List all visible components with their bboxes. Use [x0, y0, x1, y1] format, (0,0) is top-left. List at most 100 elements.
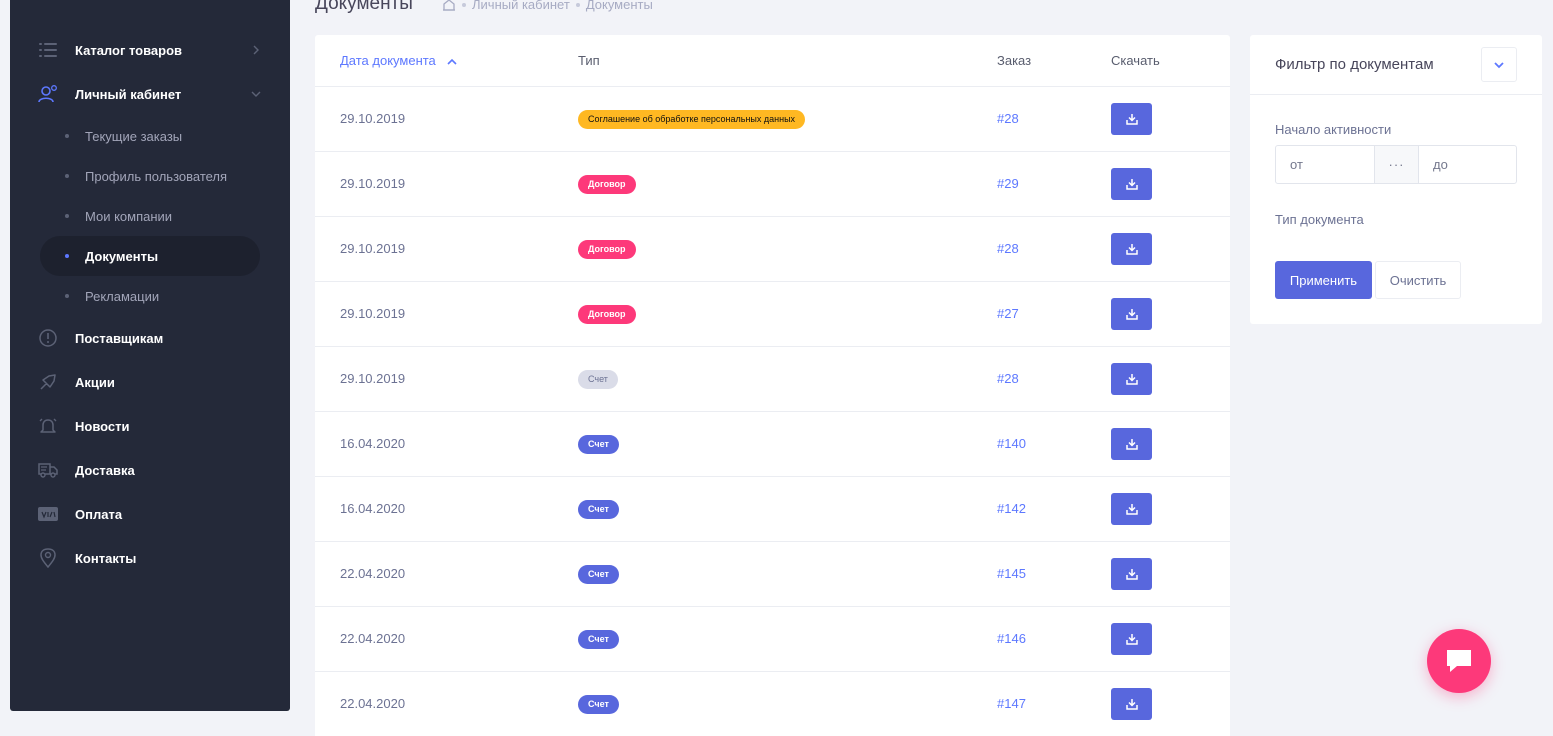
user-cog-icon	[38, 84, 58, 104]
column-header-date[interactable]: Дата документа	[340, 53, 457, 68]
chevron-down-icon	[1494, 61, 1504, 68]
date-to-input[interactable]	[1419, 146, 1516, 183]
download-button[interactable]	[1111, 298, 1152, 330]
download-icon	[1125, 244, 1138, 255]
table-row: 22.04.2020 Счет #145	[315, 542, 1230, 607]
table-row: 29.10.2019 Соглашение об обработке персон…	[315, 87, 1230, 152]
download-icon	[1125, 114, 1138, 125]
download-button[interactable]	[1111, 428, 1152, 460]
order-link[interactable]: #28	[997, 371, 1019, 386]
bell-icon	[38, 416, 58, 436]
document-date: 29.10.2019	[340, 371, 406, 386]
document-date: 16.04.2020	[340, 501, 406, 516]
sidebar-item-news[interactable]: Новости	[10, 404, 290, 448]
sidebar-subitem-current-orders[interactable]: Текущие заказы	[40, 116, 260, 156]
sidebar-item-account[interactable]: Личный кабинет	[10, 72, 290, 116]
order-link[interactable]: #147	[997, 696, 1026, 711]
order-link[interactable]: #140	[997, 436, 1026, 451]
document-type-badge: Счет	[578, 500, 619, 519]
order-link[interactable]: #27	[997, 306, 1019, 321]
document-date: 22.04.2020	[340, 696, 406, 711]
download-icon	[1125, 634, 1138, 645]
sidebar-subitem-companies[interactable]: Мои компании	[40, 196, 260, 236]
sidebar-item-label: Поставщикам	[75, 330, 164, 346]
sidebar-item-label: Оплата	[75, 506, 123, 522]
order-link[interactable]: #142	[997, 501, 1026, 516]
doc-type-label: Тип документа	[1275, 212, 1364, 227]
order-link[interactable]: #145	[997, 566, 1026, 581]
document-date: 29.10.2019	[340, 176, 406, 191]
sidebar-subitem-label: Рекламации	[85, 288, 160, 304]
bullet-dot	[65, 294, 69, 298]
sidebar-subitem-documents[interactable]: Документы	[40, 236, 260, 276]
sidebar-item-promotions[interactable]: Акции	[10, 360, 290, 404]
page-title: Документы	[315, 0, 413, 14]
table-row: 22.04.2020 Счет #146	[315, 607, 1230, 672]
chat-icon	[1447, 650, 1471, 672]
sidebar-subitem-profile[interactable]: Профиль пользователя	[40, 156, 260, 196]
download-button[interactable]	[1111, 688, 1152, 720]
download-icon	[1125, 374, 1138, 385]
download-button[interactable]	[1111, 168, 1152, 200]
bullet-dot	[65, 254, 69, 258]
download-button[interactable]	[1111, 233, 1152, 265]
table-row: 22.04.2020 Счет #147	[315, 672, 1230, 736]
breadcrumb-separator	[462, 2, 466, 7]
home-icon[interactable]	[442, 0, 456, 11]
activity-label: Начало активности	[1275, 122, 1392, 137]
sidebar-item-label: Акции	[75, 374, 115, 390]
breadcrumb-separator	[575, 2, 580, 7]
rocket-icon	[38, 372, 58, 392]
table-row: 29.10.2019 Договор #29	[315, 152, 1230, 217]
order-link[interactable]: #28	[997, 241, 1019, 256]
sidebar-item-label: Доставка	[75, 462, 135, 478]
map-marker-icon	[38, 548, 58, 568]
order-link[interactable]: #146	[997, 631, 1026, 646]
download-button[interactable]	[1111, 493, 1152, 525]
sidebar-item-label: Каталог товаров	[75, 42, 183, 58]
download-button[interactable]	[1111, 558, 1152, 590]
sidebar-subitem-label: Мои компании	[85, 208, 173, 224]
download-button[interactable]	[1111, 363, 1152, 395]
sort-asc-icon	[447, 58, 457, 65]
clear-button[interactable]: Очистить	[1375, 261, 1461, 299]
sidebar-item-delivery[interactable]: Доставка	[10, 448, 290, 492]
filter-panel: Фильтр по документам Начало активности ·…	[1250, 35, 1542, 324]
breadcrumb-documents[interactable]: Документы	[586, 0, 653, 12]
sidebar-subitem-claims[interactable]: Рекламации	[40, 276, 260, 316]
filter-collapse-button[interactable]	[1481, 47, 1517, 82]
filter-header: Фильтр по документам	[1250, 35, 1542, 95]
download-icon	[1125, 504, 1138, 515]
table-row: 29.10.2019 Договор #27	[315, 282, 1230, 347]
breadcrumb-account[interactable]: Личный кабинет	[472, 0, 570, 12]
sidebar-item-label: Личный кабинет	[75, 86, 182, 102]
column-header-type[interactable]: Тип	[578, 53, 600, 68]
chevron-right-icon	[250, 44, 262, 56]
document-type-badge: Счет	[578, 435, 619, 454]
download-icon	[1125, 179, 1138, 190]
document-date: 29.10.2019	[340, 306, 406, 321]
order-link[interactable]: #29	[997, 176, 1019, 191]
sidebar-item-label: Новости	[75, 418, 130, 434]
column-header-download: Скачать	[1111, 53, 1160, 68]
apply-button[interactable]: Применить	[1275, 261, 1372, 299]
column-header-order[interactable]: Заказ	[997, 53, 1031, 68]
download-button[interactable]	[1111, 103, 1152, 135]
chat-button[interactable]	[1427, 629, 1491, 693]
documents-table: Дата документа Тип Заказ Скачать 29.10.2…	[315, 35, 1230, 736]
date-from-input[interactable]	[1276, 146, 1374, 183]
chevron-down-icon	[250, 88, 262, 100]
sidebar-item-contacts[interactable]: Контакты	[10, 536, 290, 580]
document-date: 22.04.2020	[340, 566, 406, 581]
alert-circle-icon	[38, 328, 58, 348]
sidebar-item-catalog[interactable]: Каталог товаров	[10, 28, 290, 72]
visa-card-icon	[38, 504, 58, 524]
sidebar-subitem-label: Текущие заказы	[85, 128, 183, 144]
document-date: 22.04.2020	[340, 631, 406, 646]
download-button[interactable]	[1111, 623, 1152, 655]
sidebar-item-payment[interactable]: Оплата	[10, 492, 290, 536]
sidebar-item-suppliers[interactable]: Поставщикам	[10, 316, 290, 360]
order-link[interactable]: #28	[997, 111, 1019, 126]
download-icon	[1125, 569, 1138, 580]
bullet-dot	[65, 214, 69, 218]
